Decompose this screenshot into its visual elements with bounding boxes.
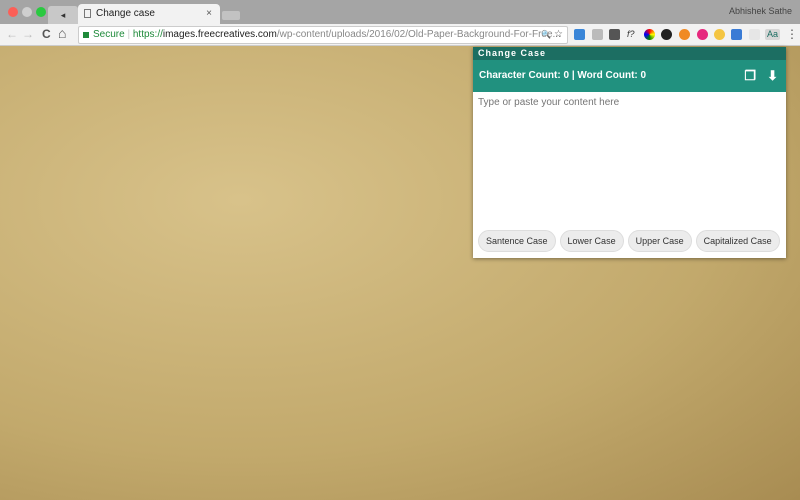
extension-icon[interactable]: f? [627, 29, 638, 40]
character-count-label: Character Count: [479, 70, 561, 81]
change-case-extension-icon[interactable]: Aa [765, 29, 780, 40]
secure-label: Secure [93, 29, 125, 40]
url-path: /wp-content/uploads/2016/02/Old-Paper-Ba… [276, 29, 561, 40]
extension-icon[interactable] [731, 29, 742, 40]
capitalized-case-button[interactable]: Capitalized Case [695, 230, 780, 252]
new-tab-button[interactable] [222, 11, 240, 20]
lock-icon [83, 32, 89, 38]
count-separator: | [571, 70, 575, 81]
lower-case-button[interactable]: Lower Case [559, 230, 624, 252]
tab-title: Change case [96, 8, 155, 19]
pinned-tab[interactable]: ◂ [48, 6, 78, 24]
minimize-window-button[interactable] [22, 7, 32, 17]
browser-menu-icon[interactable]: ⋮ [786, 27, 798, 41]
zoom-icon[interactable]: 🔍 [541, 30, 551, 39]
home-button[interactable]: ⌂ [58, 25, 66, 41]
upper-case-button[interactable]: Upper Case [627, 230, 692, 252]
change-case-popup: Change Case Character Count: 0 | Word Co… [473, 47, 786, 258]
copy-icon[interactable]: ❐ [744, 60, 756, 92]
bookmark-star-icon[interactable]: ☆ [554, 29, 563, 40]
extension-icon[interactable] [679, 29, 690, 40]
profile-name[interactable]: Abhishek Sathe [729, 6, 792, 16]
sentence-case-button[interactable]: Santence Case [478, 230, 556, 252]
close-tab-icon[interactable]: × [206, 4, 212, 24]
word-count-label: Word Count: [577, 70, 638, 81]
download-icon[interactable]: ⬇ [767, 60, 778, 92]
content-input[interactable] [473, 92, 786, 222]
address-bar[interactable]: Secure | https://images.freecreatives.co… [78, 26, 568, 44]
extension-icon[interactable] [592, 29, 603, 40]
count-bar: Character Count: 0 | Word Count: 0 ❐ ⬇ [473, 60, 786, 92]
forward-button[interactable]: → [22, 27, 34, 41]
maximize-window-button[interactable] [36, 7, 46, 17]
extension-icon[interactable] [749, 29, 760, 40]
extension-icon[interactable] [574, 29, 585, 40]
document-icon [84, 9, 91, 18]
character-count: 0 [563, 70, 570, 81]
word-count: 0 [640, 70, 647, 81]
tab-bar: ◂ Change case × Abhishek Sathe [0, 0, 800, 24]
url-protocol: https:// [132, 29, 163, 40]
extension-icon[interactable] [661, 29, 672, 40]
close-window-button[interactable] [8, 7, 18, 17]
url-host: images.freecreatives.com [162, 29, 277, 40]
popup-title: Change Case [473, 47, 786, 60]
extension-icon[interactable] [697, 29, 708, 40]
back-button[interactable]: ← [6, 27, 18, 41]
reload-button[interactable]: C [42, 27, 51, 41]
extension-icon[interactable] [609, 29, 620, 40]
extension-icon[interactable] [714, 29, 725, 40]
browser-toolbar: ← → C ⌂ Secure | https://images.freecrea… [0, 24, 800, 46]
extension-icon[interactable] [644, 29, 655, 40]
tab-change-case[interactable]: Change case × [78, 4, 220, 24]
